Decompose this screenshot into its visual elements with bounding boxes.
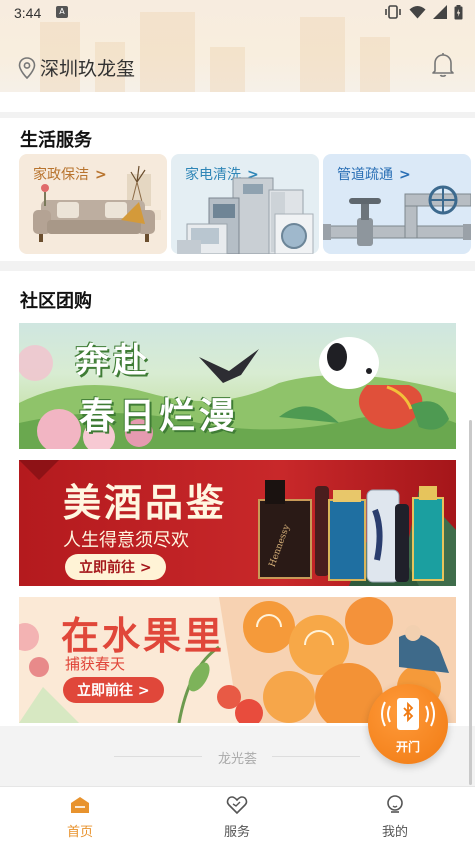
pipe-valve-illustration-icon [323,185,471,246]
wifi-icon [409,6,426,19]
location-pin-icon [18,56,36,79]
location-label: 深圳玖龙玺 [40,58,136,80]
bottom-tab-bar: 首页 服务 我的 [0,786,475,846]
tab-home[interactable]: 首页 [40,795,120,840]
banner-wine-tasting[interactable]: Hennessy 美酒品鉴 人生得意须尽欢 立即前往 > [19,460,456,586]
header-divider-strip [0,92,475,112]
open-door-label: 开门 [395,740,420,754]
home-icon [71,797,89,813]
banner-fruit-cta-button[interactable]: 立即前往 > [63,677,164,703]
banner-wine-title: 美酒品鉴 [63,481,228,525]
tab-profile-label: 我的 [381,825,408,840]
open-door-button[interactable]: 开门 [368,684,448,764]
status-bar: 3:44 A [0,0,475,26]
notification-bell-button[interactable] [431,52,455,82]
banner-wine-subtitle: 人生得意须尽欢 [63,530,189,551]
service-card-pipe-dredging[interactable]: 管道疏通 > [323,154,471,254]
group-buy-section: 社区团购 奔赴 春日烂漫 Hennessy 美酒品鉴 人生得意须尽欢 立即前往 … [0,271,475,726]
appliances-illustration-icon [177,177,314,254]
banner-spring[interactable]: 奔赴 春日烂漫 [19,323,456,449]
bell-icon [432,53,454,77]
tab-profile[interactable]: 我的 [355,795,435,840]
notification-icon: A [56,6,68,18]
heart-icon [226,796,248,815]
vibrate-icon [385,5,401,19]
section-gap [0,261,475,271]
scrollbar[interactable] [469,420,472,785]
location-selector[interactable]: 深圳玖龙玺 [18,54,135,81]
battery-icon [454,4,463,19]
user-icon [387,795,403,813]
service-card-housekeeping[interactable]: 家政保洁 > [19,154,167,254]
group-buy-title: 社区团购 [20,291,92,312]
banner-fruit-subtitle: 捕获春天 [65,655,126,673]
tab-services[interactable]: 服务 [197,795,277,840]
bluetooth-door-icon [381,698,435,730]
banner-spring-line1: 奔赴 [75,341,151,381]
banner-fruit-title: 在水果里 [61,614,226,658]
tab-services-label: 服务 [223,825,250,840]
life-services-title: 生活服务 [20,130,92,151]
banner-spring-line2: 春日烂漫 [79,396,240,437]
tab-home-label: 首页 [66,825,93,840]
banner-wine-cta-button[interactable]: 立即前往 > [65,554,166,580]
life-services-section: 生活服务 家政保洁 > 家电清洗 > 管道疏通 > [0,118,475,261]
service-card-appliance-cleaning[interactable]: 家电清洗 > [171,154,319,254]
signal-icon [433,5,447,19]
status-time: 3:44 [14,5,42,21]
sofa-illustration-icon [33,165,161,242]
